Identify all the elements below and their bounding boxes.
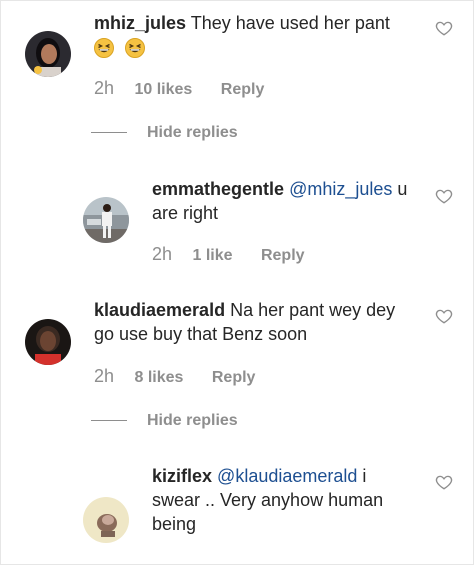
- hide-replies-button[interactable]: Hide replies: [91, 412, 238, 430]
- comment-body-cont: go use buy that Benz soon: [94, 324, 308, 344]
- emoji-row: [94, 35, 151, 59]
- mention-link[interactable]: @klaudiaemerald: [217, 466, 357, 486]
- avatar-klaudiaemerald[interactable]: [25, 319, 71, 365]
- comment-text-1: mhiz_jules They have used her pant: [94, 11, 424, 35]
- grinning-squinting-face-icon: [125, 38, 146, 59]
- comment-meta-1: 2h 10 likes Reply: [94, 78, 288, 99]
- comment-body-cont: are right: [152, 203, 219, 223]
- username-klaudiaemerald[interactable]: klaudiaemerald: [94, 300, 225, 320]
- avatar-emmathegentle[interactable]: [83, 197, 129, 243]
- timestamp: 2h: [152, 244, 173, 264]
- hide-replies-label[interactable]: Hide replies: [147, 412, 238, 429]
- comment-body: They have used her pant: [190, 13, 390, 33]
- hide-replies-button[interactable]: Hide replies: [91, 124, 238, 142]
- timestamp: 2h: [94, 78, 115, 98]
- likes-count[interactable]: 10 likes: [134, 81, 192, 98]
- like-heart-icon[interactable]: [435, 307, 453, 325]
- comment-text-2: emmathegentle @mhiz_jules u are right: [152, 177, 422, 225]
- comment-meta-3: 2h 8 likes Reply: [94, 366, 279, 387]
- likes-count[interactable]: 1 like: [192, 247, 232, 264]
- comment-text-4: kiziflex @klaudiaemerald i swear .. Very…: [152, 464, 422, 536]
- hide-replies-label[interactable]: Hide replies: [147, 124, 238, 141]
- reply-button[interactable]: Reply: [212, 369, 256, 386]
- divider-line: [91, 132, 127, 134]
- grinning-squinting-face-icon: [94, 38, 114, 59]
- reply-button[interactable]: Reply: [261, 247, 305, 264]
- comments-panel: mhiz_jules They have used her pant 2h 10…: [0, 0, 474, 565]
- mention-link[interactable]: @mhiz_jules: [289, 179, 392, 199]
- avatar-kiziflex[interactable]: [83, 497, 129, 543]
- timestamp: 2h: [94, 366, 115, 386]
- like-heart-icon[interactable]: [435, 19, 453, 37]
- comment-body: u: [397, 179, 408, 199]
- username-mhiz-jules[interactable]: mhiz_jules: [94, 13, 186, 33]
- comment-text-3: klaudiaemerald Na her pant wey dey go us…: [94, 298, 424, 346]
- reply-button[interactable]: Reply: [221, 81, 265, 98]
- comment-body-cont: swear .. Very anyhow human: [152, 490, 384, 510]
- like-heart-icon[interactable]: [435, 187, 453, 205]
- like-heart-icon[interactable]: [435, 473, 453, 491]
- comment-body: i: [362, 466, 367, 486]
- comment-meta-2: 2h 1 like Reply: [152, 244, 329, 265]
- likes-count[interactable]: 8 likes: [134, 369, 183, 386]
- username-emmathegentle[interactable]: emmathegentle: [152, 179, 284, 199]
- comment-body-cont: being: [152, 514, 197, 534]
- avatar-mhiz-jules[interactable]: [25, 31, 71, 77]
- username-kiziflex[interactable]: kiziflex: [152, 466, 212, 486]
- divider-line: [91, 420, 127, 422]
- comment-body: Na her pant wey dey: [230, 300, 396, 320]
